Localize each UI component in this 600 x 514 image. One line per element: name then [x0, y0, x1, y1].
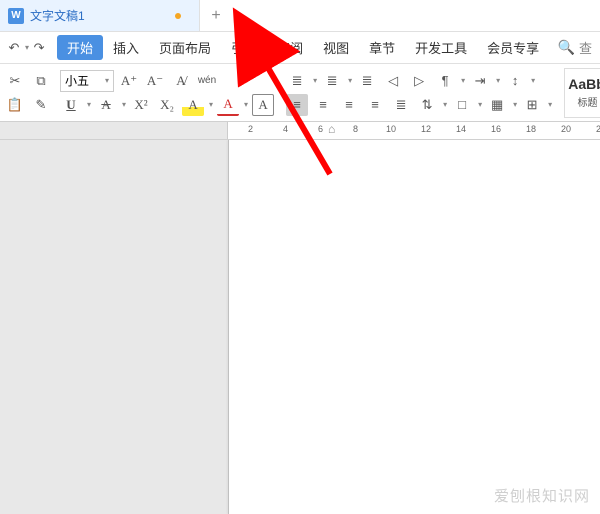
tab-chapter[interactable]: 章节 [359, 34, 405, 61]
horizontal-ruler[interactable]: ⌂ 2 4 6 8 10 12 14 16 18 20 22 [0, 122, 600, 140]
document-area [0, 140, 600, 514]
increase-indent-button[interactable]: ▷ [408, 70, 430, 92]
text-direction-button[interactable]: ↕ [504, 70, 526, 92]
chevron-down-icon: ▾ [105, 76, 109, 85]
style-heading-4[interactable]: AaBbC 标题 4 [565, 69, 600, 117]
document-title: 文字文稿1 [30, 7, 85, 24]
indent-marker-icon[interactable]: ⌂ [328, 122, 335, 136]
chevron-down-icon[interactable]: ▾ [244, 100, 248, 109]
ruler-tick: 2 [248, 124, 253, 134]
multilevel-list-button[interactable]: ≣ [356, 70, 378, 92]
font-size-value: 小五 [65, 72, 89, 89]
ribbon: ✂ ⧉ 📋 ✎ 小五 ▾ A⁺ A⁻ A̸ wén U ▾ A ▾ X² X₂ A ▾… [0, 64, 600, 122]
chevron-down-icon[interactable]: ▾ [478, 100, 482, 109]
styles-gallery[interactable]: AaBbC 标题 4 AaBbCcD 脚注文 [564, 68, 600, 118]
ruler-tick: 10 [386, 124, 396, 134]
char-border-button[interactable]: A [252, 94, 274, 116]
decrease-indent-button[interactable]: ◁ [382, 70, 404, 92]
page-gutter [0, 140, 228, 514]
align-right-button[interactable]: ≡ [338, 94, 360, 116]
search-box[interactable]: 🔍 查 [554, 38, 596, 57]
style-preview: AaBbC [568, 76, 600, 92]
cut-button[interactable]: ✂ [4, 70, 26, 92]
tab-start[interactable]: 开始 [57, 35, 103, 60]
subscript-button[interactable]: X₂ [156, 94, 178, 116]
chevron-down-icon[interactable]: ▾ [122, 100, 126, 109]
style-label: 标题 4 [577, 94, 600, 109]
menu-bar: ↶ ▾ ↷ 开始 插入 页面布局 引用 审阅 视图 章节 开发工具 会员专享 🔍… [0, 32, 600, 64]
ruler-tick: 4 [283, 124, 288, 134]
align-justify-button[interactable]: ≡ [364, 94, 386, 116]
ruler-tick: 22 [596, 124, 600, 134]
format-painter-button[interactable]: ✎ [30, 94, 52, 116]
document-page[interactable] [228, 140, 600, 514]
borders-button[interactable]: ▦ [486, 94, 508, 116]
underline-button[interactable]: U [60, 94, 82, 116]
chevron-down-icon[interactable]: ▾ [209, 100, 213, 109]
shading-button[interactable]: □ [451, 94, 473, 116]
tab-insert[interactable]: 插入 [103, 34, 149, 61]
tab-page-layout[interactable]: 页面布局 [149, 34, 221, 61]
grow-font-button[interactable]: A⁺ [118, 70, 140, 92]
clipboard-group: ✂ ⧉ 📋 ✎ [0, 68, 56, 118]
tab-dev-tools[interactable]: 开发工具 [405, 34, 477, 61]
ruler-track: ⌂ 2 4 6 8 10 12 14 16 18 20 22 [228, 122, 600, 139]
new-tab-button[interactable]: + [200, 0, 232, 32]
align-center-button[interactable]: ≡ [312, 94, 334, 116]
paragraph-marks-button[interactable]: ¶ [434, 70, 456, 92]
chevron-down-icon[interactable]: ▾ [461, 76, 465, 85]
strikethrough-button[interactable]: A [95, 94, 117, 116]
search-placeholder: 查 [579, 38, 592, 57]
clear-format-button[interactable]: A̸ [170, 70, 192, 92]
chevron-down-icon[interactable]: ▾ [513, 100, 517, 109]
tab-view[interactable]: 视图 [313, 34, 359, 61]
paragraph-group: ≣▾ ≣▾ ≣ ◁ ▷ ¶▾ ⇥▾ ↕▾ ≡ ≡ ≡ ≡ ≣ ⇅▾ □▾ ▦▾ … [282, 68, 556, 118]
chevron-down-icon[interactable]: ▾ [496, 76, 500, 85]
shrink-font-button[interactable]: A⁻ [144, 70, 166, 92]
tab-member[interactable]: 会员专享 [477, 34, 549, 61]
tab-stops-button[interactable]: ⇥ [469, 70, 491, 92]
distribute-button[interactable]: ≣ [390, 94, 412, 116]
ruler-tick: 14 [456, 124, 466, 134]
doc-type-icon: W [8, 8, 24, 24]
font-size-selector[interactable]: 小五 ▾ [60, 70, 114, 92]
document-tab[interactable]: W 文字文稿1 [0, 0, 200, 31]
ruler-tick: 8 [353, 124, 358, 134]
superscript-button[interactable]: X² [130, 94, 152, 116]
bullets-button[interactable]: ≣ [286, 70, 308, 92]
chevron-down-icon[interactable]: ▾ [87, 100, 91, 109]
ruler-tick: 6 [318, 124, 323, 134]
title-bar: W 文字文稿1 + [0, 0, 600, 32]
ruler-margin [0, 122, 228, 139]
ruler-tick: 20 [561, 124, 571, 134]
phonetic-guide-button[interactable]: wén [196, 70, 218, 92]
line-spacing-button[interactable]: ⇅ [416, 94, 438, 116]
watermark-text: 爱刨根知识网 [494, 485, 590, 506]
chevron-down-icon[interactable]: ▾ [548, 100, 552, 109]
chevron-down-icon[interactable]: ▾ [348, 76, 352, 85]
tab-reference[interactable]: 引用 [221, 34, 267, 61]
tab-review[interactable]: 审阅 [267, 34, 313, 61]
font-group: 小五 ▾ A⁺ A⁻ A̸ wén U ▾ A ▾ X² X₂ A ▾ A ▾ A [56, 68, 278, 118]
font-color-button[interactable]: A [217, 94, 239, 116]
ruler-tick: 18 [526, 124, 536, 134]
chevron-down-icon[interactable]: ▾ [313, 76, 317, 85]
paste-button[interactable]: 📋 [4, 94, 26, 116]
highlight-button[interactable]: A [182, 94, 204, 116]
sort-button[interactable]: ⊞ [521, 94, 543, 116]
align-left-button[interactable]: ≡ [286, 94, 308, 116]
numbering-button[interactable]: ≣ [321, 70, 343, 92]
ruler-tick: 12 [421, 124, 431, 134]
copy-button[interactable]: ⧉ [30, 70, 52, 92]
chevron-down-icon[interactable]: ▾ [531, 76, 535, 85]
chevron-down-icon[interactable]: ▾ [443, 100, 447, 109]
redo-button[interactable]: ↷ [29, 38, 49, 58]
unsaved-indicator [175, 13, 181, 19]
search-icon: 🔍 [558, 39, 575, 56]
ruler-tick: 16 [491, 124, 501, 134]
undo-button[interactable]: ↶ [4, 38, 24, 58]
